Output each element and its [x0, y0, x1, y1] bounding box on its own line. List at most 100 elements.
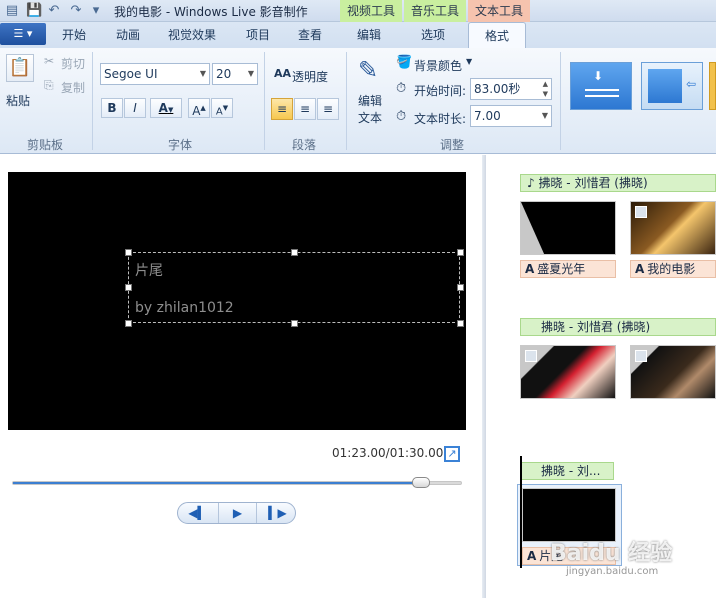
next-frame-button[interactable]: ▍▶ — [258, 503, 297, 523]
start-time-spinner[interactable]: 83.00秒 ▲ ▼ — [470, 78, 552, 100]
spinner-arrows-icon[interactable]: ▲ ▼ — [543, 79, 548, 99]
background-color-button[interactable]: 背景颜色 — [414, 57, 462, 74]
edit-text-button-line1[interactable]: 编辑 — [358, 92, 382, 109]
separator — [92, 52, 93, 150]
previous-frame-icon: ◀▍ — [188, 506, 207, 520]
undo-icon[interactable]: ↶ — [46, 3, 62, 19]
effect-preview-block — [648, 69, 682, 103]
text-line — [585, 89, 619, 91]
timecode: 01:23.00/01:30.00 — [332, 446, 444, 460]
play-icon: ▶ — [232, 506, 243, 520]
baidu-watermark: Baidu 经验 — [550, 541, 673, 566]
seek-bar-thumb[interactable] — [412, 477, 430, 488]
tab-project[interactable]: 项目 — [238, 22, 278, 48]
redo-icon[interactable]: ↷ — [68, 3, 84, 19]
resize-handle[interactable] — [125, 320, 132, 327]
stopwatch-icon: ⏱ — [396, 109, 407, 124]
font-family-select[interactable]: Segoe UI ▼ — [100, 63, 210, 85]
text-duration-value: 7.00 — [474, 109, 501, 123]
fullscreen-icon[interactable]: ↗ — [444, 446, 460, 462]
caption-subtitle-text[interactable]: by zhilan1012 — [135, 300, 234, 316]
stopwatch-icon: ⏱ — [396, 81, 407, 96]
text-icon: A — [527, 549, 537, 563]
play-button[interactable]: ▶ — [218, 503, 257, 523]
text-icon: A — [525, 262, 535, 276]
transparency-button[interactable]: 透明度 — [292, 68, 328, 85]
align-center-button[interactable]: ≡ — [294, 98, 316, 120]
edit-text-icon: ✎ — [358, 56, 379, 84]
font-size-value: 20 — [216, 67, 232, 81]
image-icon — [635, 206, 647, 218]
previous-frame-button[interactable]: ◀▍ — [178, 503, 217, 523]
qat-dropdown-icon[interactable]: ▾ — [88, 3, 104, 19]
tab-animation[interactable]: 动画 — [108, 22, 148, 48]
group-label-font: 字体 — [167, 138, 192, 152]
storyboard-clip[interactable] — [630, 201, 716, 255]
resize-handle[interactable] — [125, 249, 132, 256]
font-color-button[interactable]: A▼ — [150, 98, 182, 118]
context-group-text-tools: 文本工具 — [468, 0, 530, 22]
paint-bucket-icon: 🪣 — [396, 55, 413, 70]
playback-controls: ◀▍ ▶ ▍▶ — [177, 502, 296, 524]
edit-text-button-line2[interactable]: 文本 — [358, 109, 382, 126]
pane-splitter[interactable] — [482, 155, 486, 598]
align-right-button[interactable]: ≡ — [317, 98, 339, 120]
ribbon-tab-row: ☰ ▾ 开始 动画 视觉效果 项目 查看 编辑 选项 格式 — [0, 22, 716, 48]
effect-thumbnail-partial[interactable] — [709, 62, 716, 110]
chevron-down-icon: ▼ — [466, 57, 473, 66]
paste-button[interactable]: 粘贴 — [6, 92, 30, 109]
text-line — [585, 95, 619, 97]
arrow-up-icon: ▲ — [200, 104, 206, 112]
effect-thumbnail[interactable]: ⇦ — [641, 62, 703, 110]
cut-button[interactable]: 剪切 — [61, 55, 85, 72]
tab-format[interactable]: 格式 — [468, 22, 526, 48]
arrow-down-icon: ▼ — [222, 104, 229, 112]
storyboard-clip[interactable] — [520, 345, 616, 399]
context-group-music-tools: 音乐工具 — [404, 0, 466, 22]
music-note-icon: ♪ — [527, 176, 539, 190]
bold-button[interactable]: B — [101, 98, 123, 118]
music-track-bar[interactable]: ♪ 拂晓 - 刘惜君 (拂晓) — [520, 174, 716, 192]
resize-handle[interactable] — [457, 320, 464, 327]
resize-handle[interactable] — [457, 284, 464, 291]
tab-home[interactable]: 开始 — [54, 22, 94, 48]
tab-view[interactable]: 查看 — [290, 22, 330, 48]
resize-handle[interactable] — [291, 320, 298, 327]
tab-edit[interactable]: 编辑 — [348, 22, 390, 48]
text-duration-select[interactable]: 7.00 ▼ — [470, 105, 552, 127]
font-size-select[interactable]: 20 ▼ — [212, 63, 258, 85]
group-label-paragraph: 段落 — [291, 138, 316, 152]
align-left-button[interactable]: ≡ — [271, 98, 293, 120]
storyboard-clip[interactable] — [630, 345, 716, 399]
storyboard-clip[interactable] — [520, 201, 616, 255]
seek-bar[interactable] — [12, 481, 462, 485]
separator — [560, 52, 561, 150]
copy-button[interactable]: 复制 — [61, 79, 85, 96]
caption-bar[interactable]: A 我的电影 — [630, 260, 716, 278]
arrow-left-icon: ⇦ — [686, 77, 697, 91]
application-menu-button[interactable]: ☰ ▾ — [0, 23, 46, 45]
music-track-bar[interactable]: 拂晓 - 刘惜君 (拂晓) — [520, 318, 716, 336]
storyboard-clip[interactable] — [522, 488, 616, 542]
shrink-font-label: A — [215, 106, 223, 118]
save-icon[interactable]: 💾 — [26, 3, 42, 19]
resize-handle[interactable] — [457, 249, 464, 256]
music-track-bar[interactable]: 拂晓 - 刘... — [520, 462, 614, 480]
chevron-down-icon: ▼ — [247, 69, 254, 78]
caption-bar[interactable]: A 盛夏光年 — [520, 260, 616, 278]
resize-handle[interactable] — [125, 284, 132, 291]
image-icon — [635, 350, 647, 362]
music-track-label: 拂晓 - 刘惜君 (拂晓) — [538, 176, 648, 190]
copy-icon: ⎘ — [44, 78, 54, 92]
caption-title-text[interactable]: 片尾 — [135, 260, 163, 280]
playhead[interactable] — [520, 456, 522, 568]
grow-font-button[interactable]: A▲ — [188, 98, 210, 118]
tab-options[interactable]: 选项 — [412, 22, 454, 48]
italic-button[interactable]: I — [124, 98, 146, 118]
font-family-value: Segoe UI — [104, 67, 158, 81]
resize-handle[interactable] — [291, 249, 298, 256]
effect-thumbnail[interactable]: ⬇ — [570, 62, 632, 110]
shrink-font-button[interactable]: A▼ — [211, 98, 233, 118]
group-label-clipboard: 剪贴板 — [26, 138, 63, 152]
tab-visual-effects[interactable]: 视觉效果 — [160, 22, 224, 48]
